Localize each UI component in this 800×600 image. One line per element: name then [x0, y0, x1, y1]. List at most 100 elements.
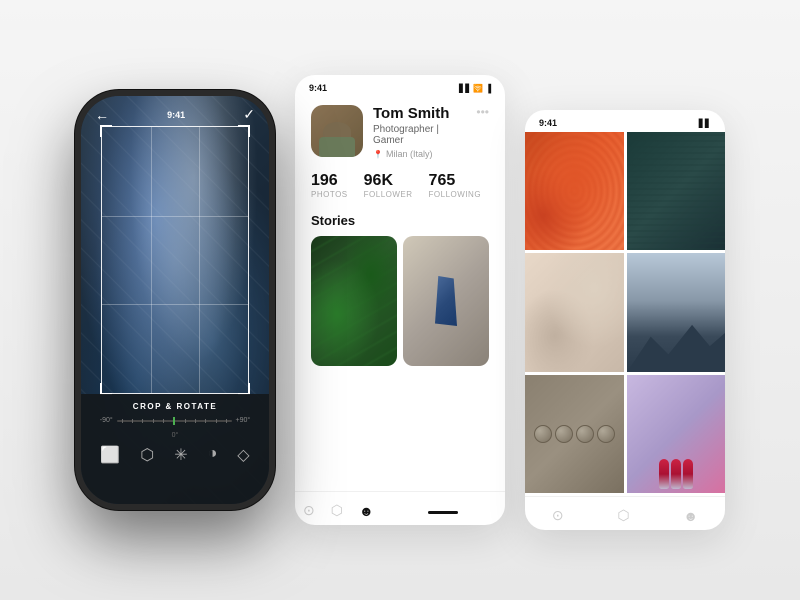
location-text: Milan (Italy) — [386, 149, 433, 159]
tick — [163, 419, 164, 423]
photo-red-nails[interactable] — [627, 375, 726, 493]
battery-icon: ▐ — [485, 84, 491, 93]
signal-icon: ▋▋ — [459, 84, 471, 93]
more-options-icon[interactable]: ••• — [476, 105, 489, 119]
tick — [185, 419, 186, 423]
status-icons: ▋▋ 🛜 ▐ — [459, 84, 491, 93]
avatar — [311, 105, 363, 157]
crop-top-bar: ← 9:41 ✓ — [81, 96, 269, 127]
finger-1 — [659, 459, 669, 489]
status-time-phone2: 9:41 — [309, 83, 327, 93]
followers-value: 96K — [364, 173, 413, 189]
bottom-tools: ⬜ ⬡ ✳ ◑ ◇ — [90, 445, 259, 465]
tick — [122, 419, 123, 423]
tick — [132, 419, 133, 423]
tick — [142, 419, 143, 423]
bottom-nav-phone2: ⊙ ⬡ ☻ — [295, 491, 505, 525]
profile-bio: Photographer | Gamer — [373, 124, 466, 146]
story-leaves[interactable] — [311, 236, 397, 366]
nav-active-indicator — [428, 511, 458, 514]
stat-following: 765 FOLLOWING — [429, 173, 482, 199]
wifi-icon: 🛜 — [473, 84, 483, 93]
abstract-shapes — [403, 236, 489, 366]
grid-line-h1 — [102, 216, 248, 217]
perspective-icon[interactable]: ⬡ — [140, 445, 154, 465]
nav-camera-icon[interactable]: ⬡ — [323, 500, 351, 521]
roll-2 — [555, 425, 573, 443]
stat-photos: 196 PHOTOS — [311, 173, 348, 199]
rotate-ticks — [117, 417, 232, 425]
photos-value: 196 — [311, 173, 348, 189]
roll-shapes-detail — [525, 375, 624, 493]
following-label: FOLLOWING — [429, 190, 482, 199]
photo-red-hair[interactable] — [525, 132, 624, 250]
roll-4 — [597, 425, 615, 443]
photo-mountain[interactable] — [627, 253, 726, 371]
teal-texture — [627, 132, 726, 250]
profile-header: Tom Smith Photographer | Gamer 📍 Milan (… — [311, 105, 489, 159]
degree-labels: 0° — [100, 432, 250, 439]
tick — [195, 419, 196, 423]
phone-grid: 9:41 ▋▋ — [525, 110, 725, 530]
status-bar-phone2: 9:41 ▋▋ 🛜 ▐ — [295, 75, 505, 97]
photo-grid — [525, 132, 725, 496]
back-icon[interactable]: ← — [95, 107, 109, 123]
confirm-icon[interactable]: ✓ — [243, 106, 255, 123]
water-icon[interactable]: ◇ — [237, 445, 249, 465]
nav-profile-icon-3[interactable]: ☻ — [675, 506, 706, 526]
location-pin-icon: 📍 — [373, 150, 383, 159]
following-value: 765 — [429, 173, 482, 189]
grid-content — [525, 132, 725, 496]
roll-3 — [576, 425, 594, 443]
stories-section: Stories — [311, 213, 489, 366]
photo-skin-closeup[interactable] — [525, 253, 624, 371]
blue-prism-shape — [435, 276, 457, 326]
rotate-slider[interactable]: -90° — [100, 417, 250, 424]
photo-teal-fabric[interactable] — [627, 132, 726, 250]
grid-line-v2 — [199, 127, 200, 393]
avatar-jacket — [319, 137, 355, 157]
skin-texture — [525, 253, 624, 371]
tick — [216, 419, 217, 423]
nails-detail — [627, 375, 726, 493]
avatar-image — [311, 105, 363, 157]
profile-info: Tom Smith Photographer | Gamer 📍 Milan (… — [373, 105, 466, 159]
rotate-left-label: -90° — [100, 417, 113, 424]
phone-profile: 9:41 ▋▋ 🛜 ▐ Tom Smith Photographer — [295, 75, 505, 525]
stat-followers: 96K FOLLOWER — [364, 173, 413, 199]
nav-gallery-icon-3[interactable]: ⊙ — [544, 505, 572, 526]
rotate-track[interactable] — [117, 420, 232, 422]
center-tick — [173, 417, 175, 425]
leaves-texture — [311, 236, 397, 366]
crop-frame[interactable] — [101, 126, 249, 394]
brightness-icon[interactable]: ✳ — [174, 445, 187, 465]
tick — [205, 419, 206, 423]
roll-1 — [534, 425, 552, 443]
status-time-phone3: 9:41 — [539, 118, 557, 128]
crop-screen: ← 9:41 ✓ CROP & ROTATE -90° — [81, 96, 269, 504]
phone-crop-rotate: ← 9:41 ✓ CROP & ROTATE -90° — [75, 90, 275, 510]
center-degree: 0° — [172, 432, 179, 439]
status-icons-phone3: ▋▋ — [699, 119, 711, 128]
finger-2 — [671, 459, 681, 489]
stories-title: Stories — [311, 213, 489, 228]
mountain-svg — [627, 313, 726, 372]
finger-3 — [683, 459, 693, 489]
nav-gallery-icon[interactable]: ⊙ — [295, 500, 323, 521]
scene-container: ← 9:41 ✓ CROP & ROTATE -90° — [75, 75, 725, 525]
photo-olive-rolls[interactable] — [525, 375, 624, 493]
tick — [153, 419, 154, 423]
red-hair-texture — [525, 132, 624, 250]
status-bar-phone3: 9:41 ▋▋ — [525, 110, 725, 132]
nav-profile-icon[interactable]: ☻ — [351, 501, 382, 521]
bottom-nav-phone3: ⊙ ⬡ ☻ — [525, 496, 725, 530]
nav-camera-icon-3[interactable]: ⬡ — [609, 505, 637, 526]
rotate-right-label: +90° — [236, 417, 251, 424]
contrast-icon[interactable]: ◑ — [208, 445, 218, 465]
crop-icon[interactable]: ⬜ — [100, 445, 120, 465]
avatar-body — [323, 122, 351, 138]
profile-location: 📍 Milan (Italy) — [373, 149, 466, 159]
story-abstract[interactable] — [403, 236, 489, 366]
crop-rotate-label: CROP & ROTATE — [133, 402, 217, 411]
photos-label: PHOTOS — [311, 190, 348, 199]
